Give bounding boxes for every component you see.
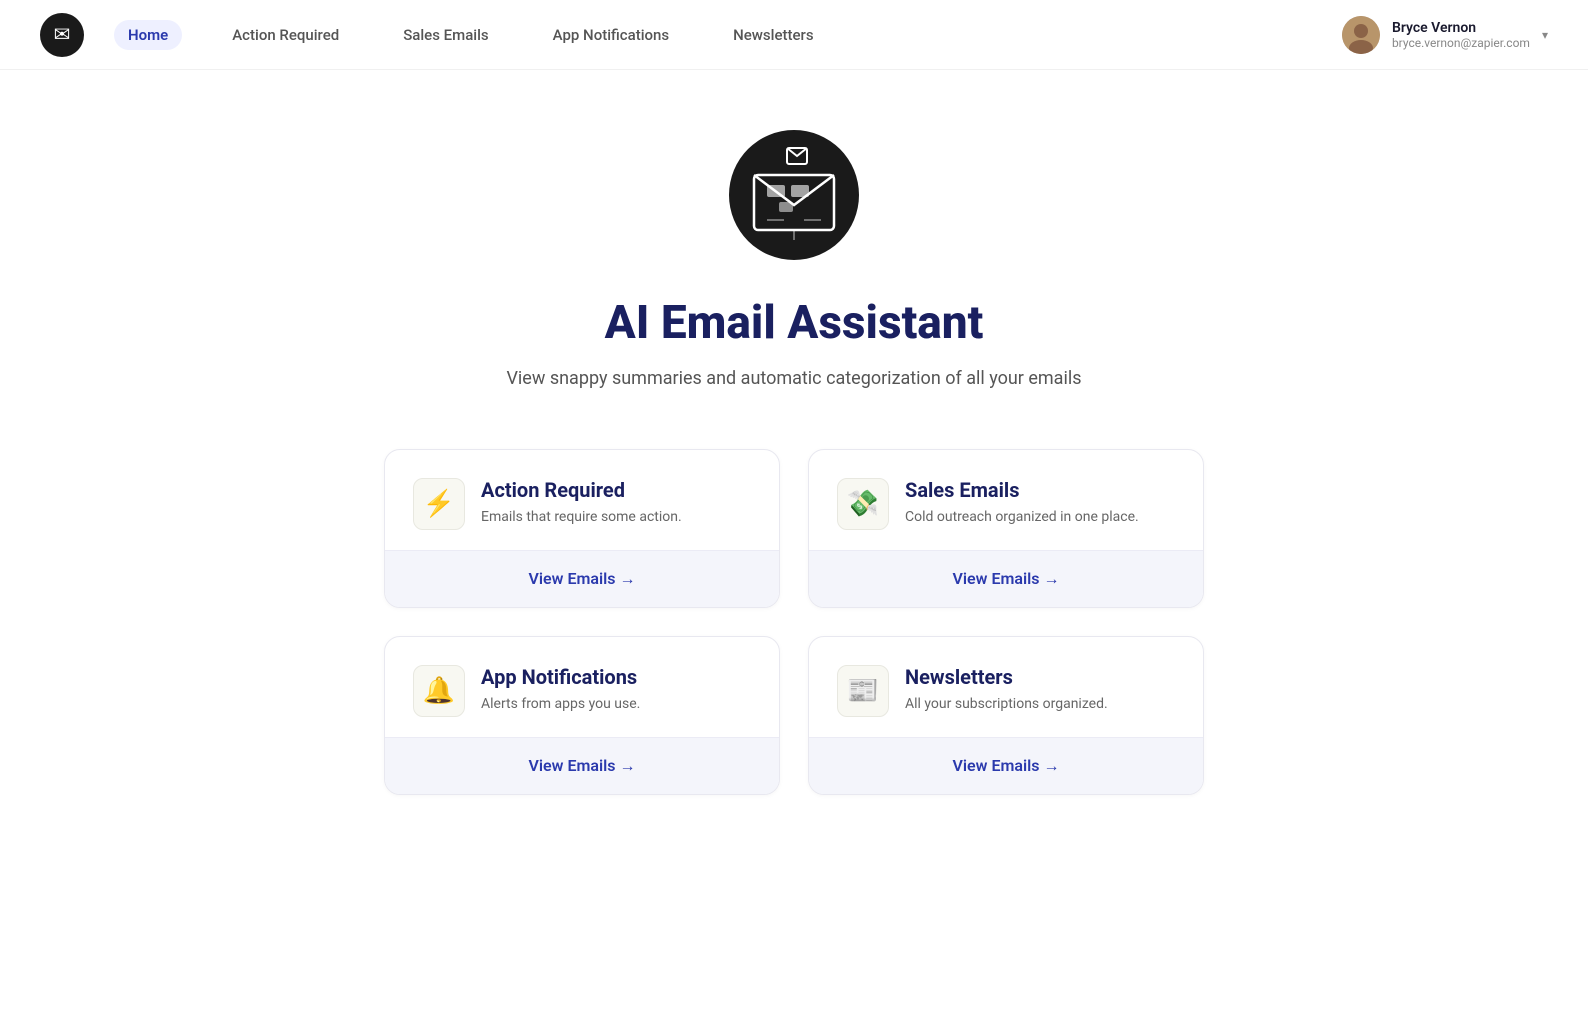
card-newsletters: 📰 Newsletters All your subscriptions org…	[808, 636, 1204, 795]
avatar	[1342, 16, 1380, 54]
card-header-action-required: ⚡ Action Required Emails that require so…	[385, 450, 779, 550]
card-title-action-required: Action Required	[481, 478, 682, 502]
nav-link-sales-emails[interactable]: Sales Emails	[389, 20, 502, 50]
user-email: bryce.vernon@zapier.com	[1392, 36, 1530, 50]
card-header-app-notifications: 🔔 App Notifications Alerts from apps you…	[385, 637, 779, 737]
card-header-newsletters: 📰 Newsletters All your subscriptions org…	[809, 637, 1203, 737]
card-title-sales-emails: Sales Emails	[905, 478, 1139, 502]
nav-link-action-required[interactable]: Action Required	[218, 20, 353, 50]
hero-logo-icon	[729, 130, 859, 260]
hero-title: AI Email Assistant	[605, 296, 984, 350]
main-content: AI Email Assistant View snappy summaries…	[0, 70, 1588, 875]
action-required-icon: ⚡	[413, 478, 465, 530]
navbar: ✉ Home Action Required Sales Emails App …	[0, 0, 1588, 70]
nav-links: Home Action Required Sales Emails App No…	[114, 20, 1342, 50]
sales-emails-icon: 💸	[837, 478, 889, 530]
hero-subtitle: View snappy summaries and automatic cate…	[506, 368, 1081, 389]
newsletters-icon: 📰	[837, 665, 889, 717]
card-sales-emails: 💸 Sales Emails Cold outreach organized i…	[808, 449, 1204, 608]
card-desc-sales-emails: Cold outreach organized in one place.	[905, 508, 1139, 528]
view-emails-sales-emails[interactable]: View Emails →	[809, 550, 1203, 607]
card-desc-action-required: Emails that require some action.	[481, 508, 682, 528]
user-menu[interactable]: Bryce Vernon bryce.vernon@zapier.com ▾	[1342, 16, 1548, 54]
card-desc-app-notifications: Alerts from apps you use.	[481, 695, 640, 715]
card-header-sales-emails: 💸 Sales Emails Cold outreach organized i…	[809, 450, 1203, 550]
app-notifications-icon: 🔔	[413, 665, 465, 717]
card-title-app-notifications: App Notifications	[481, 665, 640, 689]
card-action-required: ⚡ Action Required Emails that require so…	[384, 449, 780, 608]
chevron-down-icon: ▾	[1542, 28, 1548, 42]
card-desc-newsletters: All your subscriptions organized.	[905, 695, 1108, 715]
view-emails-action-required[interactable]: View Emails →	[385, 550, 779, 607]
svg-text:✉: ✉	[54, 22, 71, 46]
nav-link-newsletters[interactable]: Newsletters	[719, 20, 827, 50]
user-info: Bryce Vernon bryce.vernon@zapier.com	[1392, 20, 1530, 50]
nav-link-home[interactable]: Home	[114, 20, 182, 50]
user-name: Bryce Vernon	[1392, 20, 1530, 36]
card-app-notifications: 🔔 App Notifications Alerts from apps you…	[384, 636, 780, 795]
cards-grid: ⚡ Action Required Emails that require so…	[384, 449, 1204, 795]
view-emails-app-notifications[interactable]: View Emails →	[385, 737, 779, 794]
app-logo[interactable]: ✉	[40, 13, 84, 57]
view-emails-newsletters[interactable]: View Emails →	[809, 737, 1203, 794]
nav-link-app-notifications[interactable]: App Notifications	[539, 20, 683, 50]
card-title-newsletters: Newsletters	[905, 665, 1108, 689]
